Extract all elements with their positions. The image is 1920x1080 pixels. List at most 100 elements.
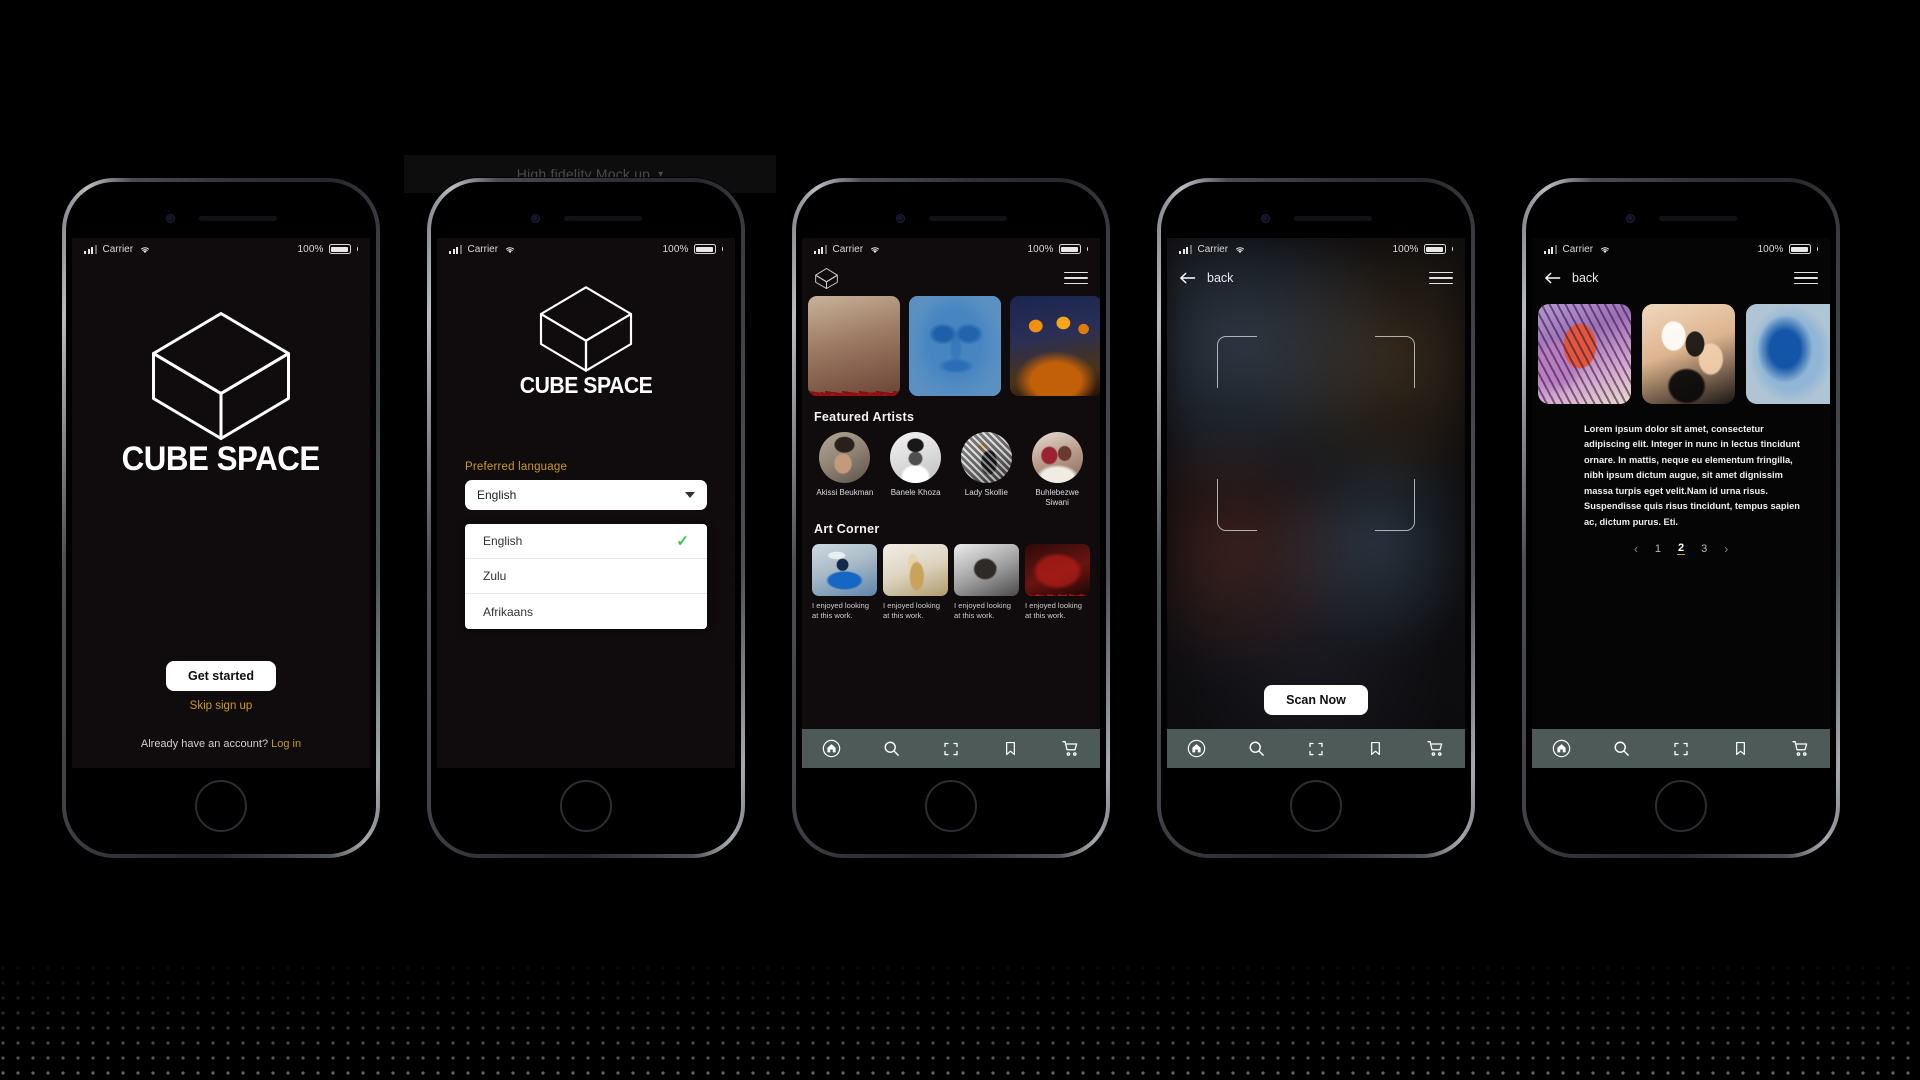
wifi-icon [1599,245,1611,254]
home-button[interactable] [1655,780,1707,832]
earpiece-speaker [198,215,277,221]
home-button[interactable] [560,780,612,832]
hamburger-menu-icon[interactable] [1064,271,1088,285]
nav-cart-button[interactable] [1770,739,1830,758]
artwork-thumbnail [1025,544,1090,596]
option-label: Zulu [483,569,507,583]
featured-artists-title: Featured Artists [814,410,915,424]
artwork-caption: I enjoyed looking at this work. [812,601,869,621]
hero-card[interactable] [1010,296,1100,396]
nav-search-button[interactable] [1592,739,1652,758]
back-label: back [1207,271,1234,285]
halftone-dot-pattern [0,950,1920,1080]
nav-search-button[interactable] [862,739,922,758]
pagination: ‹ 1 2 3 › [1532,542,1830,556]
artist-item[interactable]: Lady Skollie [954,432,1020,508]
artwork-caption: I enjoyed looking at this work. [954,601,1011,621]
nav-scan-button[interactable] [1651,740,1711,758]
wifi-icon [1234,245,1246,254]
nav-bookmark-button[interactable] [1346,740,1406,757]
back-label: back [1572,271,1599,285]
nav-cart-button[interactable] [1405,739,1465,758]
status-bar: Carrier 100% [802,238,1100,260]
pagination-page-2[interactable]: 2 [1676,542,1686,556]
artist-item[interactable]: Buhlebezwe Siwani [1024,432,1090,508]
phone-5-detail: Carrier 100% back Lorem ipsum dolor sit … [1522,178,1840,858]
artwork-thumbnail [954,544,1019,596]
pagination-prev[interactable]: ‹ [1633,542,1639,556]
gallery-card[interactable] [1642,304,1735,404]
pagination-page-3[interactable]: 3 [1700,543,1708,555]
art-corner-item[interactable]: I enjoyed looking at this work. [954,544,1019,622]
gallery-card[interactable] [1538,304,1631,404]
home-button[interactable] [1290,780,1342,832]
hero-card[interactable] [909,296,1001,396]
screen-language-select: Carrier 100% CUBE SPACE Preferred langua… [437,238,735,768]
phone-2-language: Carrier 100% CUBE SPACE Preferred langua… [427,178,745,858]
login-link[interactable]: Log in [271,738,301,750]
nav-home-button[interactable] [802,739,862,758]
hero-card[interactable] [808,296,900,396]
artist-name: Banele Khoza [890,488,941,497]
home-button[interactable] [195,780,247,832]
art-corner-item[interactable]: I enjoyed looking at this work. [1025,544,1090,622]
language-selected-value: English [477,488,517,502]
nav-home-button[interactable] [1532,739,1592,758]
pagination-next[interactable]: › [1723,542,1729,556]
language-select[interactable]: English [465,480,707,510]
art-corner-list: I enjoyed looking at this work. I enjoye… [802,544,1100,622]
pagination-page-1[interactable]: 1 [1654,543,1662,555]
nav-bookmark-button[interactable] [1711,740,1771,757]
scan-brackets-icon [1217,336,1415,531]
artwork-thumbnail [812,544,877,596]
home-button[interactable] [925,780,977,832]
arrow-left-icon [1545,272,1561,284]
nav-search-button[interactable] [1227,739,1287,758]
artwork-description: Lorem ipsum dolor sit amet, consectetur … [1584,424,1800,527]
phone-sensors [1161,212,1471,224]
battery-percent: 100% [662,243,689,255]
battery-icon [693,244,716,254]
back-button[interactable]: back [1179,271,1233,285]
nav-scan-button[interactable] [1286,740,1346,758]
bottom-nav [802,729,1100,768]
art-corner-item[interactable]: I enjoyed looking at this work. [883,544,948,622]
get-started-button[interactable]: Get started [166,661,276,691]
skip-signup-link[interactable]: Skip sign up [190,700,253,712]
cube-icon[interactable] [814,266,839,291]
scan-now-button[interactable]: Scan Now [1264,685,1368,715]
detail-gallery-carousel[interactable] [1532,296,1830,406]
signal-bars-icon [1179,244,1192,254]
carrier-label: Carrier [1562,243,1594,255]
artist-item[interactable]: Akissi Beukman [812,432,878,508]
battery-icon [328,244,351,254]
option-label: Afrikaans [483,604,534,619]
language-option-english[interactable]: English ✓ [465,524,707,559]
screen-splash: Carrier 100% CUBE SPACE Get started Skip… [72,238,370,768]
phone-sensors [796,212,1106,224]
hamburger-menu-icon[interactable] [1794,271,1818,285]
nav-bookmark-button[interactable] [981,740,1041,757]
check-icon: ✓ [676,533,689,550]
gallery-card[interactable] [1746,304,1830,404]
brand-name: CUBE SPACE [519,372,653,398]
hamburger-menu-icon[interactable] [1429,271,1453,285]
hero-carousel[interactable] [802,296,1100,396]
account-prompt: Already have an account? Log in [141,738,301,750]
nav-cart-button[interactable] [1040,739,1100,758]
app-header [802,260,1100,296]
artwork-caption: I enjoyed looking at this work. [1025,601,1082,621]
mockup-stage: High fidelity Mock up ▾ Carrier 100% CUB… [0,0,1920,1080]
language-option-afrikaans[interactable]: Afrikaans [465,594,707,629]
nav-home-button[interactable] [1167,739,1227,758]
wifi-icon [504,245,516,254]
brand-lockup: CUBE SPACE [113,306,328,479]
art-corner-item[interactable]: I enjoyed looking at this work. [812,544,877,622]
earpiece-speaker [1658,215,1737,221]
artist-item[interactable]: Banele Khoza [883,432,949,508]
nav-scan-button[interactable] [921,740,981,758]
app-header: back [1532,260,1830,296]
screen-artwork-detail: Carrier 100% back Lorem ipsum dolor sit … [1532,238,1830,768]
language-option-zulu[interactable]: Zulu [465,559,707,594]
back-button[interactable]: back [1544,271,1598,285]
